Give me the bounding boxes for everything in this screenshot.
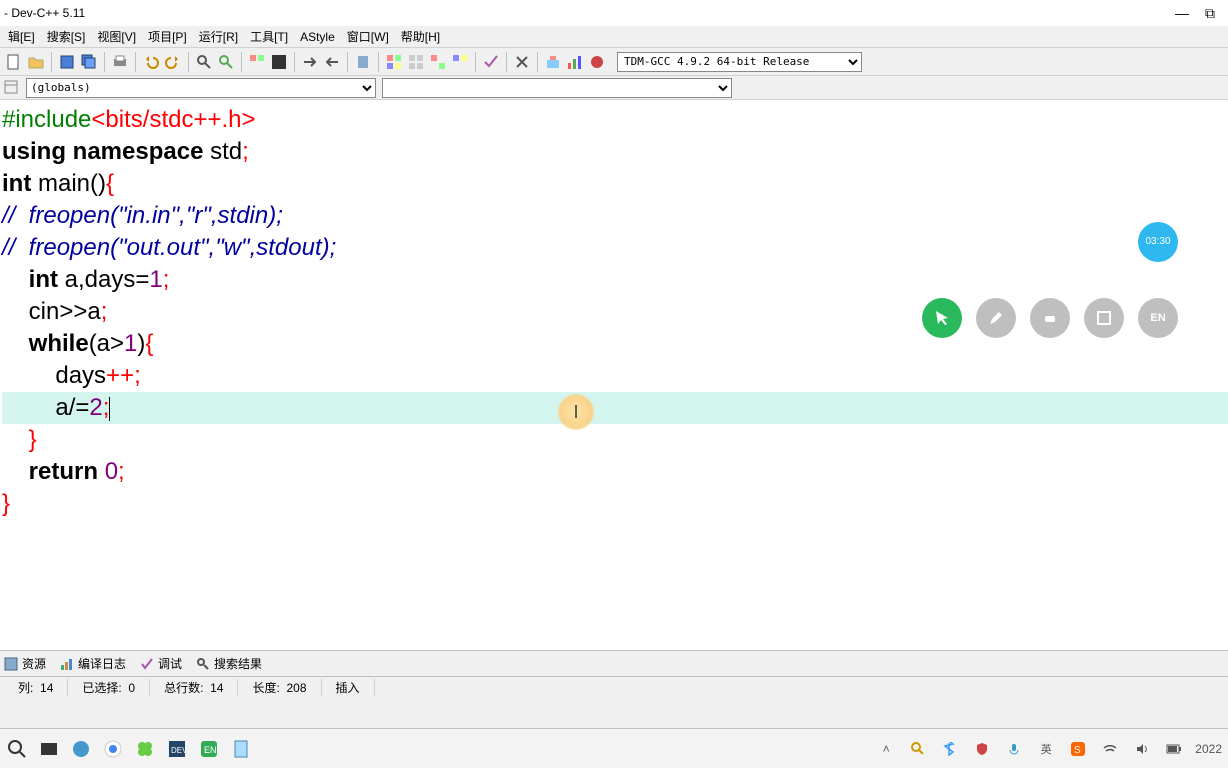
debug-icon[interactable] — [543, 52, 563, 72]
menu-view[interactable]: 视图[V] — [91, 26, 142, 47]
tray-mic-icon[interactable] — [1003, 738, 1025, 760]
menu-tools[interactable]: 工具[T] — [244, 26, 294, 47]
compiler-select[interactable]: TDM-GCC 4.9.2 64-bit Release — [617, 52, 862, 72]
menu-astyle[interactable]: AStyle — [294, 28, 341, 46]
menu-window[interactable]: 窗口[W] — [341, 26, 395, 47]
menu-search[interactable]: 搜索[S] — [41, 26, 92, 47]
save-all-icon[interactable] — [79, 52, 99, 72]
overlay-lang-button[interactable]: EN — [1138, 298, 1178, 338]
profile-icon[interactable] — [565, 52, 585, 72]
overlay-cursor-button[interactable] — [922, 298, 962, 338]
status-selected: 已选择: 0 — [68, 679, 150, 696]
minimize-button[interactable]: — — [1168, 5, 1196, 21]
run-icon[interactable] — [269, 52, 289, 72]
tab-debug[interactable]: 调试 — [140, 655, 182, 672]
compile-icon[interactable] — [247, 52, 267, 72]
svg-text:EN: EN — [204, 745, 217, 755]
overlay-pencil-button[interactable] — [976, 298, 1016, 338]
tray-search-icon[interactable] — [907, 738, 929, 760]
redo-icon[interactable] — [163, 52, 183, 72]
menu-edit[interactable]: 辑[E] — [2, 26, 41, 47]
code-line: int main(){ — [2, 168, 1228, 200]
cursor-highlight: I — [558, 394, 594, 430]
code-line: days++; — [2, 360, 1228, 392]
edge-icon[interactable] — [70, 738, 92, 760]
overlay-toolbar: EN — [922, 298, 1178, 338]
maximize-button[interactable]: ⧉ — [1196, 5, 1224, 22]
overlay-eraser-button[interactable] — [1030, 298, 1070, 338]
globals-select[interactable]: (globals) — [26, 78, 376, 98]
tray-security-icon[interactable] — [971, 738, 993, 760]
status-mode: 插入 — [322, 679, 375, 696]
cancel-icon[interactable] — [512, 52, 532, 72]
symbol-select[interactable] — [382, 78, 732, 98]
find-icon[interactable] — [194, 52, 214, 72]
tray-volume-icon[interactable] — [1131, 738, 1153, 760]
menu-run[interactable]: 运行[R] — [193, 26, 244, 47]
print-icon[interactable] — [110, 52, 130, 72]
overlay-timer-badge: 03:30 — [1138, 222, 1178, 262]
clover-icon[interactable] — [134, 738, 156, 760]
navbar: (globals) — [0, 76, 1228, 100]
notepad-icon[interactable] — [230, 738, 252, 760]
statusbar: 列: 14 已选择: 0 总行数: 14 长度: 208 插入 — [0, 676, 1228, 698]
nav-toggle-icon[interactable] — [4, 80, 20, 96]
bookmark-icon[interactable] — [353, 52, 373, 72]
code-line: // freopen("out.out","w",stdout); — [2, 232, 1228, 264]
status-col: 列: 14 — [4, 679, 68, 696]
back-icon[interactable] — [322, 52, 342, 72]
goto-icon[interactable] — [300, 52, 320, 72]
check-icon[interactable] — [481, 52, 501, 72]
code-line: using namespace std; — [2, 136, 1228, 168]
tray-clock[interactable]: 2022 — [1195, 742, 1222, 756]
code-line: #include<bits/stdc++.h> — [2, 104, 1228, 136]
task-view-icon[interactable] — [38, 738, 60, 760]
menu-project[interactable]: 项目[P] — [142, 26, 193, 47]
tab-compile-log[interactable]: 编译日志 — [60, 655, 126, 672]
grid-icon[interactable] — [428, 52, 448, 72]
compile-run-icon[interactable] — [384, 52, 404, 72]
tray-battery-icon[interactable] — [1163, 738, 1185, 760]
overlay-fullscreen-button[interactable] — [1084, 298, 1124, 338]
code-line: // freopen("in.in","r",stdin); — [2, 200, 1228, 232]
ime-icon[interactable]: EN — [198, 738, 220, 760]
tray-ime-icon[interactable]: 英 — [1035, 738, 1057, 760]
code-line: } — [2, 488, 1228, 520]
code-line: int a,days=1; — [2, 264, 1228, 296]
debug2-icon[interactable] — [587, 52, 607, 72]
open-file-icon[interactable] — [26, 52, 46, 72]
code-line-active: a/=2; — [2, 392, 1228, 424]
svg-text:S: S — [1074, 745, 1081, 756]
status-length: 长度: 208 — [238, 679, 321, 696]
menu-help[interactable]: 帮助[H] — [395, 26, 446, 47]
tab-resources[interactable]: 资源 — [4, 655, 46, 672]
code-line: return 0; — [2, 456, 1228, 488]
undo-icon[interactable] — [141, 52, 161, 72]
chrome-icon[interactable] — [102, 738, 124, 760]
tray-bluetooth-icon[interactable] — [939, 738, 961, 760]
toolbar: TDM-GCC 4.9.2 64-bit Release — [0, 48, 1228, 76]
new-file-icon[interactable] — [4, 52, 24, 72]
window-title: - Dev-C++ 5.11 — [4, 6, 1168, 20]
tray-up-icon[interactable]: ˄ — [875, 738, 897, 760]
taskbar: DEV EN ˄ 英 S 2022 — [0, 728, 1228, 768]
code-line: } — [2, 424, 1228, 456]
save-icon[interactable] — [57, 52, 77, 72]
tray-sogou-icon[interactable]: S — [1067, 738, 1089, 760]
tray-wifi-icon[interactable] — [1099, 738, 1121, 760]
tab-search-results[interactable]: 搜索结果 — [196, 655, 262, 672]
bottom-tabs: 资源 编译日志 调试 搜索结果 — [0, 650, 1228, 676]
devcpp-icon[interactable]: DEV — [166, 738, 188, 760]
menubar: 辑[E] 搜索[S] 视图[V] 项目[P] 运行[R] 工具[T] AStyl… — [0, 26, 1228, 48]
rebuild-icon[interactable] — [406, 52, 426, 72]
grid2-icon[interactable] — [450, 52, 470, 72]
code-editor[interactable]: #include<bits/stdc++.h> using namespace … — [0, 100, 1228, 650]
start-search-icon[interactable] — [6, 738, 28, 760]
titlebar: - Dev-C++ 5.11 — ⧉ — [0, 0, 1228, 26]
svg-text:DEV: DEV — [171, 746, 187, 755]
status-lines: 总行数: 14 — [150, 679, 238, 696]
replace-icon[interactable] — [216, 52, 236, 72]
